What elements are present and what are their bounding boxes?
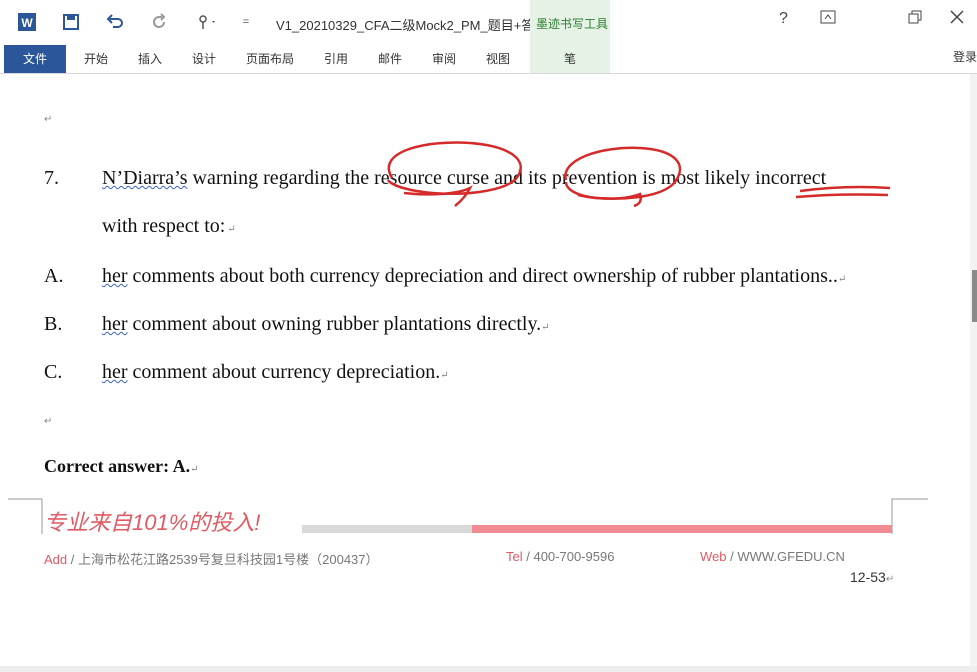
tab-page-layout[interactable]: 页面布局 — [240, 45, 300, 73]
option-letter-a: A. — [44, 265, 64, 287]
ink-tools-header: 墨迹书写工具 — [530, 0, 610, 45]
option-b-first-word: her — [102, 313, 128, 335]
option-c: her comment about currency depreciation.… — [102, 361, 449, 384]
touch-mode-icon[interactable] — [192, 10, 222, 34]
option-b-text: comment about owning rubber plantations … — [127, 313, 542, 335]
paragraph-mark-icon: ↵ — [190, 464, 199, 475]
paragraph-mark-icon: ↵ — [44, 416, 53, 427]
customize-qat[interactable]: = — [238, 10, 254, 34]
save-icon[interactable] — [58, 10, 84, 34]
option-a: her comments about both currency depreci… — [102, 265, 846, 288]
svg-text:W: W — [21, 16, 33, 30]
paragraph-mark-icon: ↵ — [227, 224, 236, 235]
slogan: 专业来自101%的投入! — [44, 510, 261, 535]
document-canvas[interactable]: ↵ 7. N’Diarra’s warning regarding the re… — [0, 74, 970, 672]
name-misspelled: N’Diarra’s — [102, 167, 188, 189]
question-line-1-text: warning regarding the resource curse and… — [187, 167, 827, 189]
correct-answer: Correct answer: A.↵ — [44, 456, 199, 477]
scrollbar-thumb[interactable] — [972, 270, 977, 322]
tab-mailings[interactable]: 邮件 — [368, 45, 412, 73]
undo-icon[interactable] — [102, 10, 128, 34]
option-b: her comment about owning rubber plantati… — [102, 313, 550, 336]
option-a-first-word: her — [102, 265, 128, 287]
footer-bar-red — [472, 525, 892, 533]
paragraph-mark-icon: ↵ — [837, 274, 847, 285]
tab-home[interactable]: 开始 — [74, 45, 118, 73]
tab-design[interactable]: 设计 — [182, 45, 226, 73]
page-number-text: 12-53 — [850, 569, 886, 585]
web-label: Web — [700, 549, 727, 564]
footer-web: Web / WWW.GFEDU.CN — [700, 549, 845, 564]
paragraph-mark-icon: ↵ — [541, 322, 550, 333]
tab-file[interactable]: 文件 — [4, 45, 66, 73]
footer-tel: Tel / 400-700-9596 — [506, 549, 614, 564]
option-letter-c: C. — [44, 361, 63, 383]
paragraph-mark-icon: ↵ — [44, 114, 53, 125]
tab-insert[interactable]: 插入 — [128, 45, 172, 73]
option-c-first-word: her — [102, 361, 128, 383]
vertical-scrollbar[interactable] — [970, 74, 977, 672]
ink-tools-title: 墨迹书写工具 — [536, 17, 609, 31]
restore-ribbon-icon[interactable] — [820, 10, 836, 29]
tab-view[interactable]: 视图 — [476, 45, 520, 73]
word-logo-icon[interactable]: W — [14, 10, 40, 34]
help-button[interactable]: ? — [779, 10, 788, 28]
ribbon-tabs: 文件 开始 插入 设计 页面布局 引用 邮件 审阅 视图 笔 — [0, 45, 977, 74]
footer-address: Add / 上海市松花江路2539号复旦科技园1号楼（200437） — [44, 549, 379, 568]
footer-bar-grey — [302, 525, 472, 533]
close-icon[interactable] — [950, 10, 964, 29]
option-letter-b: B. — [44, 313, 63, 335]
tab-references[interactable]: 引用 — [314, 45, 358, 73]
question-line-2: with respect to: ↵ — [102, 215, 236, 238]
login-link[interactable]: 登录 — [953, 48, 977, 65]
web-text: / WWW.GFEDU.CN — [726, 549, 845, 564]
title-bar: W = V1_20210329_CFA二级Mock2_PM_题目+答... 墨迹… — [0, 0, 977, 45]
question-line-2-text: with respect to: — [102, 215, 226, 237]
tab-pen[interactable]: 笔 — [530, 45, 610, 73]
correct-answer-text: Correct answer: A. — [44, 456, 191, 476]
document-title: V1_20210329_CFA二级Mock2_PM_题目+答... — [276, 18, 546, 33]
address-label: Add — [44, 552, 68, 567]
paragraph-mark-icon: ↵ — [885, 574, 895, 585]
option-c-text: comment about currency depreciation. — [127, 361, 441, 383]
question-number: 7. — [44, 167, 59, 189]
paragraph-mark-icon: ↵ — [440, 370, 449, 381]
question-line-1: N’Diarra’s warning regarding the resourc… — [102, 167, 826, 190]
page-number: 12-53↵ — [850, 569, 894, 585]
option-a-text: comments about both currency depreciatio… — [127, 265, 838, 287]
maximize-icon[interactable] — [908, 10, 922, 29]
address-text: / 上海市松花江路2539号复旦科技园1号楼（200437） — [67, 552, 379, 567]
tel-label: Tel — [506, 549, 523, 564]
redo-icon[interactable] — [146, 10, 172, 34]
tab-review[interactable]: 审阅 — [422, 45, 466, 73]
horizontal-scrollbar[interactable] — [0, 666, 977, 672]
tel-text: / 400-700-9596 — [522, 549, 615, 564]
